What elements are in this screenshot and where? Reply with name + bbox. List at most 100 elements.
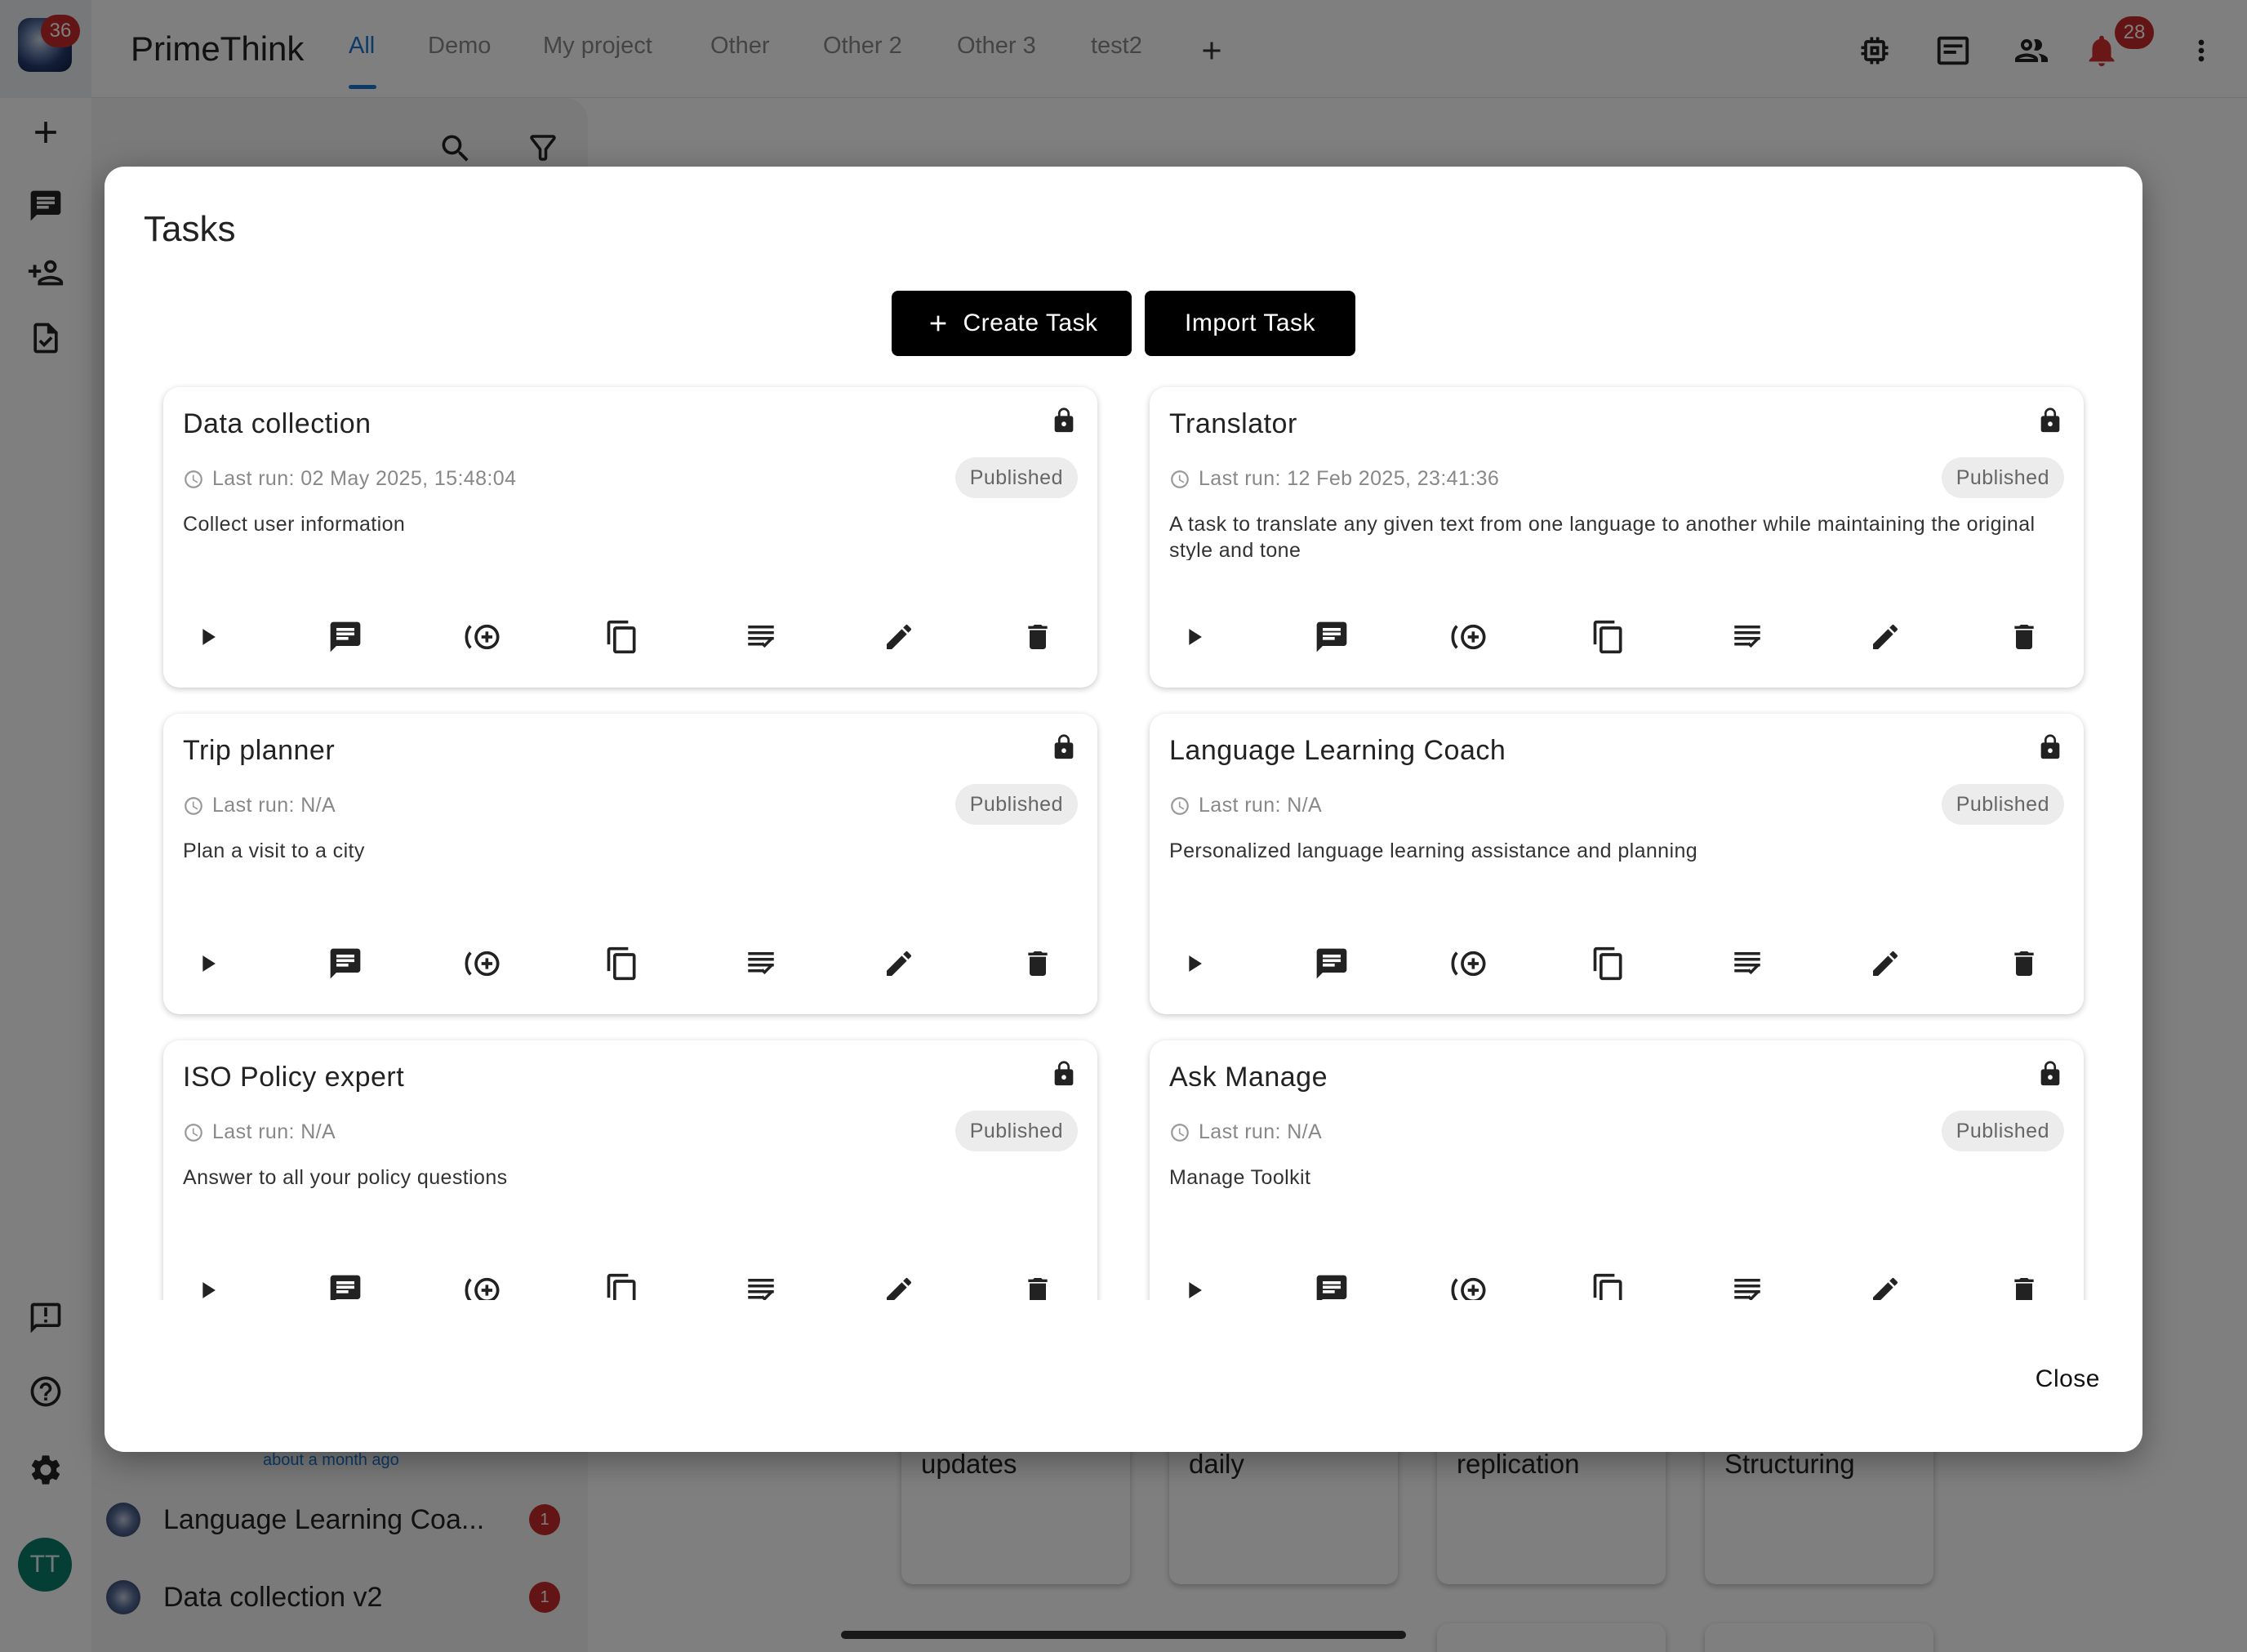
last-run: Last run: 12 Feb 2025, 23:41:36: [1169, 467, 1499, 491]
chat-icon[interactable]: [1307, 612, 1356, 661]
add-circle-icon[interactable]: [460, 1266, 509, 1300]
delete-icon[interactable]: [2000, 1266, 2049, 1300]
last-run: Last run: N/A: [183, 1120, 336, 1144]
task-title: Translator: [1169, 408, 1297, 439]
last-run-text: Last run: N/A: [212, 1120, 336, 1143]
create-task-label: Create Task: [963, 309, 1098, 336]
create-task-button[interactable]: Create Task: [892, 291, 1132, 356]
run-icon[interactable]: [183, 612, 232, 661]
last-run: Last run: N/A: [1169, 794, 1322, 817]
import-task-label: Import Task: [1185, 309, 1315, 336]
import-task-button[interactable]: Import Task: [1145, 291, 1355, 356]
status-badge: Published: [954, 457, 1078, 498]
chat-icon[interactable]: [321, 612, 370, 661]
clock-icon: [1171, 796, 1189, 815]
copy-icon[interactable]: [1584, 612, 1633, 661]
task-description: Personalized language learning assistanc…: [1169, 839, 1698, 862]
add-circle-icon[interactable]: [460, 612, 509, 661]
edit-icon[interactable]: [1861, 1266, 1910, 1300]
clock-icon: [1171, 470, 1189, 488]
run-icon[interactable]: [183, 939, 232, 988]
delete-icon[interactable]: [1013, 1266, 1062, 1300]
tasks-dialog: Tasks Create Task Import Task Data colle…: [105, 167, 2142, 1452]
delete-icon[interactable]: [1013, 612, 1062, 661]
task-actions: [1169, 612, 2064, 661]
task-card[interactable]: Trip planner Last run: N/A Published Pla…: [163, 714, 1097, 1014]
add-circle-icon[interactable]: [1446, 612, 1495, 661]
edit-icon[interactable]: [874, 1266, 923, 1300]
last-run: Last run: 02 May 2025, 15:48:04: [183, 467, 516, 491]
last-run-text: Last run: 12 Feb 2025, 23:41:36: [1199, 467, 1500, 490]
checklist-icon[interactable]: [736, 1266, 785, 1300]
checklist-icon[interactable]: [736, 612, 785, 661]
run-icon[interactable]: [1169, 1266, 1218, 1300]
edit-icon[interactable]: [1861, 612, 1910, 661]
task-actions: [183, 612, 1078, 661]
copy-icon[interactable]: [598, 939, 647, 988]
run-icon[interactable]: [1169, 939, 1218, 988]
checklist-icon[interactable]: [1723, 939, 1772, 988]
delete-icon[interactable]: [2000, 939, 2049, 988]
status-badge: Published: [954, 784, 1078, 825]
task-title: ISO Policy expert: [183, 1062, 405, 1093]
chat-icon[interactable]: [321, 939, 370, 988]
task-actions: [183, 1266, 1078, 1300]
task-description: Collect user information: [183, 513, 406, 536]
lock-icon: [2036, 1058, 2064, 1089]
last-run: Last run: N/A: [183, 794, 336, 817]
task-actions: [183, 939, 1078, 988]
delete-icon[interactable]: [2000, 612, 2049, 661]
task-card[interactable]: Language Learning Coach Last run: N/A Pu…: [1150, 714, 2084, 1014]
copy-icon[interactable]: [1584, 939, 1633, 988]
copy-icon[interactable]: [598, 1266, 647, 1300]
task-card[interactable]: ISO Policy expert Last run: N/A Publishe…: [163, 1040, 1097, 1300]
run-icon[interactable]: [1169, 612, 1218, 661]
add-circle-icon[interactable]: [460, 939, 509, 988]
add-circle-icon[interactable]: [1446, 939, 1495, 988]
clock-icon: [185, 1123, 202, 1142]
last-run-text: Last run: 02 May 2025, 15:48:04: [212, 467, 517, 490]
task-title: Data collection: [183, 408, 372, 439]
delete-icon[interactable]: [1013, 939, 1062, 988]
task-actions: [1169, 1266, 2064, 1300]
lock-icon: [2036, 732, 2064, 763]
copy-icon[interactable]: [598, 612, 647, 661]
clock-icon: [185, 470, 202, 488]
last-run-text: Last run: N/A: [212, 794, 336, 817]
checklist-icon[interactable]: [736, 939, 785, 988]
task-card[interactable]: Data collection Last run: 02 May 2025, 1…: [163, 387, 1097, 688]
app-root: 36 PrimeThink All Demo My project Other …: [0, 0, 2247, 1652]
clock-icon: [1171, 1123, 1189, 1142]
checklist-icon[interactable]: [1723, 1266, 1772, 1300]
status-badge: Published: [1941, 1111, 2064, 1151]
copy-icon[interactable]: [1584, 1266, 1633, 1300]
status-badge: Published: [1941, 784, 2064, 825]
lock-icon: [2036, 405, 2064, 436]
edit-icon[interactable]: [874, 612, 923, 661]
lock-icon: [1050, 732, 1078, 763]
task-actions: [1169, 939, 2064, 988]
add-circle-icon[interactable]: [1446, 1266, 1495, 1300]
lock-icon: [1050, 405, 1078, 436]
edit-icon[interactable]: [874, 939, 923, 988]
dialog-title: Tasks: [144, 209, 236, 249]
last-run-text: Last run: N/A: [1199, 1120, 1323, 1143]
checklist-icon[interactable]: [1723, 612, 1772, 661]
run-icon[interactable]: [183, 1266, 232, 1300]
chat-icon[interactable]: [1307, 1266, 1356, 1300]
task-description: A task to translate any given text from …: [1169, 513, 2036, 560]
task-description: Answer to all your policy questions: [183, 1166, 508, 1189]
chat-icon[interactable]: [321, 1266, 370, 1300]
last-run-text: Last run: N/A: [1199, 794, 1323, 817]
task-card[interactable]: Ask Manage Last run: N/A Published Manag…: [1150, 1040, 2084, 1300]
task-card[interactable]: Translator Last run: 12 Feb 2025, 23:41:…: [1150, 387, 2084, 688]
close-button[interactable]: Close: [2036, 1365, 2100, 1393]
chat-icon[interactable]: [1307, 939, 1356, 988]
last-run: Last run: N/A: [1169, 1120, 1322, 1144]
plus-icon: [931, 315, 946, 332]
task-title: Ask Manage: [1169, 1062, 1328, 1093]
task-list[interactable]: Data collection Last run: 02 May 2025, 1…: [105, 374, 2142, 1300]
task-description: Plan a visit to a city: [183, 839, 365, 862]
edit-icon[interactable]: [1861, 939, 1910, 988]
task-title: Trip planner: [183, 735, 336, 766]
